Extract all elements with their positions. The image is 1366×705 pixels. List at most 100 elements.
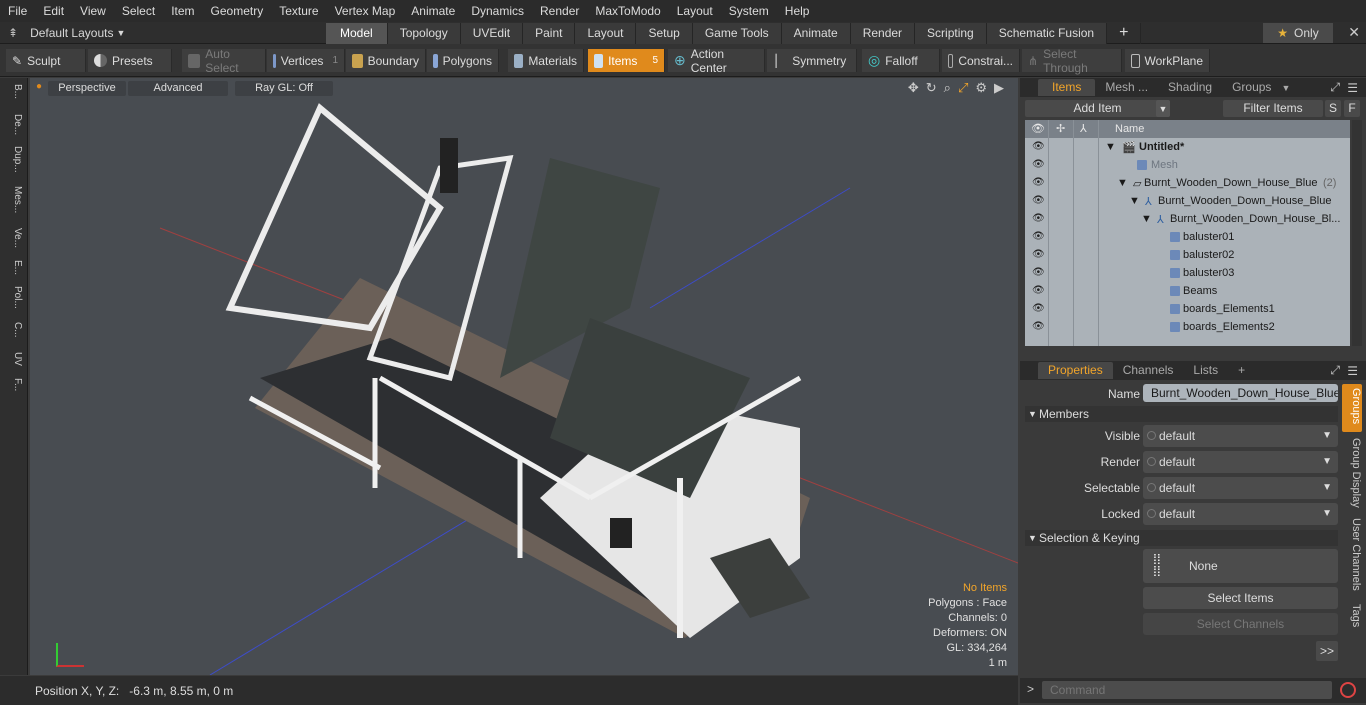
- eye-icon[interactable]: 👁: [1032, 285, 1046, 297]
- keyframe-circle-icon[interactable]: [1147, 431, 1156, 440]
- record-icon[interactable]: [1340, 682, 1356, 698]
- list-item[interactable]: 👁 ▼ ⅄ Burnt_Wooden_Down_House_Bl...: [1025, 210, 1350, 228]
- expand-arrow-icon[interactable]: ▼: [1141, 213, 1152, 225]
- eye-icon[interactable]: 👁: [1032, 213, 1046, 225]
- boundary-button[interactable]: Boundary: [346, 49, 426, 72]
- menu-icon[interactable]: ☰: [1347, 81, 1358, 95]
- viewport-menu-dot-icon[interactable]: ●: [36, 81, 42, 92]
- left-tab-basic[interactable]: B...: [3, 84, 23, 99]
- eye-icon[interactable]: 👁: [1032, 141, 1046, 153]
- sculpt-button[interactable]: ✎ Sculpt: [6, 49, 86, 72]
- menu-help[interactable]: Help: [777, 0, 818, 22]
- tab-model[interactable]: Model: [326, 23, 388, 44]
- filter-items-input[interactable]: Filter Items: [1223, 100, 1323, 117]
- add-panel-tab-button[interactable]: +: [1228, 362, 1255, 379]
- list-item[interactable]: 👁 ▼ ▱ Burnt_Wooden_Down_House_Blue (2): [1025, 174, 1350, 192]
- keyframe-circle-icon[interactable]: [1147, 509, 1156, 518]
- zoom-icon[interactable]: ⌕: [944, 80, 951, 96]
- tab-render[interactable]: Render: [850, 23, 916, 44]
- symmetry-button[interactable]: ⎮ Symmetry: [767, 49, 857, 72]
- rotate-icon[interactable]: ↻: [926, 80, 937, 96]
- keyframe-circle-icon[interactable]: [1147, 483, 1156, 492]
- list-item[interactable]: 👁 baluster01: [1025, 228, 1350, 246]
- command-input[interactable]: [1042, 681, 1332, 699]
- menu-geometry[interactable]: Geometry: [203, 0, 272, 22]
- tab-channels[interactable]: Channels: [1113, 362, 1184, 379]
- expand-arrow-icon[interactable]: ▼: [1129, 195, 1140, 207]
- menu-vertex-map[interactable]: Vertex Map: [327, 0, 404, 22]
- tab-properties[interactable]: Properties: [1038, 362, 1113, 379]
- left-tab-edge[interactable]: E...: [3, 260, 23, 275]
- tab-animate[interactable]: Animate: [781, 23, 851, 44]
- side-tab-group-display[interactable]: Group Display: [1342, 438, 1362, 508]
- tab-setup[interactable]: Setup: [636, 23, 693, 44]
- menu-edit[interactable]: Edit: [35, 0, 72, 22]
- raygl-toggle[interactable]: Ray GL: Off: [235, 81, 333, 96]
- select-through-button[interactable]: ⋔ Select Through: [1022, 47, 1122, 75]
- menu-dynamics[interactable]: Dynamics: [463, 0, 532, 22]
- expand-icon[interactable]: ⤢: [1330, 80, 1340, 95]
- left-tab-vertex[interactable]: Ve...: [3, 228, 23, 248]
- list-item[interactable]: 👁 boards_Elements1: [1025, 300, 1350, 318]
- menu-layout[interactable]: Layout: [669, 0, 721, 22]
- render-select[interactable]: default ▼: [1143, 451, 1338, 473]
- tab-scripting[interactable]: Scripting: [915, 23, 987, 44]
- vertices-button[interactable]: Vertices 1: [267, 49, 345, 72]
- menu-file[interactable]: File: [0, 0, 35, 22]
- side-tab-user-channels[interactable]: User Channels: [1342, 518, 1362, 591]
- eye-icon[interactable]: 👁: [1032, 231, 1046, 243]
- left-tab-uv[interactable]: UV: [3, 352, 23, 366]
- chevron-down-icon[interactable]: ▼: [1281, 83, 1290, 93]
- falloff-button[interactable]: ◎ Falloff: [862, 49, 940, 72]
- expand-arrow-icon[interactable]: ▼: [1117, 177, 1128, 189]
- menu-texture[interactable]: Texture: [271, 0, 326, 22]
- constraints-button[interactable]: Constrai...: [942, 49, 1020, 72]
- presets-button[interactable]: Presets: [88, 49, 172, 72]
- polygons-button[interactable]: Polygons: [427, 49, 499, 72]
- visible-select[interactable]: default ▼: [1143, 425, 1338, 447]
- menu-select[interactable]: Select: [114, 0, 163, 22]
- menu-animate[interactable]: Animate: [403, 0, 463, 22]
- list-item[interactable]: 👁 Beams: [1025, 282, 1350, 300]
- tab-uvedit[interactable]: UVEdit: [460, 23, 524, 44]
- side-tab-tags[interactable]: Tags: [1342, 604, 1362, 627]
- left-tab-duplicate[interactable]: Dup...: [3, 146, 23, 173]
- list-item[interactable]: 👁 baluster03: [1025, 264, 1350, 282]
- only-toggle[interactable]: ★ Only: [1263, 23, 1333, 43]
- list-item[interactable]: 👁 ▼ 🎬 Untitled*: [1025, 138, 1350, 156]
- add-item-dropdown[interactable]: ▼: [1156, 100, 1170, 117]
- f-button[interactable]: F: [1344, 100, 1360, 117]
- gear-icon[interactable]: ⚙: [975, 80, 987, 96]
- locked-select[interactable]: default ▼: [1143, 503, 1338, 525]
- workplane-button[interactable]: WorkPlane: [1125, 49, 1210, 72]
- select-items-button[interactable]: Select Items: [1143, 587, 1338, 609]
- 3d-viewport[interactable]: ● Perspective Advanced Ray GL: Off ✥ ↻ ⌕…: [30, 78, 1018, 675]
- keyframe-circle-icon[interactable]: [1147, 457, 1156, 466]
- menu-item[interactable]: Item: [163, 0, 202, 22]
- tab-lists[interactable]: Lists: [1183, 362, 1228, 379]
- tab-groups[interactable]: Groups: [1222, 79, 1281, 96]
- action-center-button[interactable]: ⊕ Action Center: [668, 47, 765, 75]
- tab-topology[interactable]: Topology: [387, 23, 461, 44]
- eye-icon[interactable]: 👁: [1032, 195, 1046, 207]
- add-item-button[interactable]: Add Item: [1025, 100, 1170, 117]
- item-list-scrollbar[interactable]: [1352, 120, 1362, 346]
- play-icon[interactable]: ▶: [994, 80, 1004, 96]
- selectable-select[interactable]: default ▼: [1143, 477, 1338, 499]
- side-tab-groups-label[interactable]: Groups: [1342, 388, 1362, 424]
- name-field[interactable]: Burnt_Wooden_Down_House_Blue (3): [1143, 384, 1338, 402]
- layouts-dropdown[interactable]: ⇞ Default Layouts ▼: [8, 22, 125, 44]
- eye-icon[interactable]: 👁: [1032, 177, 1046, 189]
- eye-icon[interactable]: 👁: [1032, 159, 1046, 171]
- tab-game-tools[interactable]: Game Tools: [692, 23, 782, 44]
- eye-icon[interactable]: 👁: [1032, 249, 1046, 261]
- eye-icon[interactable]: 👁: [1032, 321, 1046, 333]
- more-button[interactable]: >>: [1316, 641, 1338, 661]
- members-section-header[interactable]: ▼ Members: [1025, 406, 1338, 422]
- left-tab-mesh-edit[interactable]: Mes...: [3, 186, 23, 213]
- pan-icon[interactable]: ✥: [908, 80, 919, 96]
- shading-mode-advanced[interactable]: Advanced: [128, 81, 228, 96]
- s-button[interactable]: S: [1325, 100, 1341, 117]
- tab-layout[interactable]: Layout: [575, 23, 637, 44]
- left-tab-fusion[interactable]: F...: [3, 378, 23, 391]
